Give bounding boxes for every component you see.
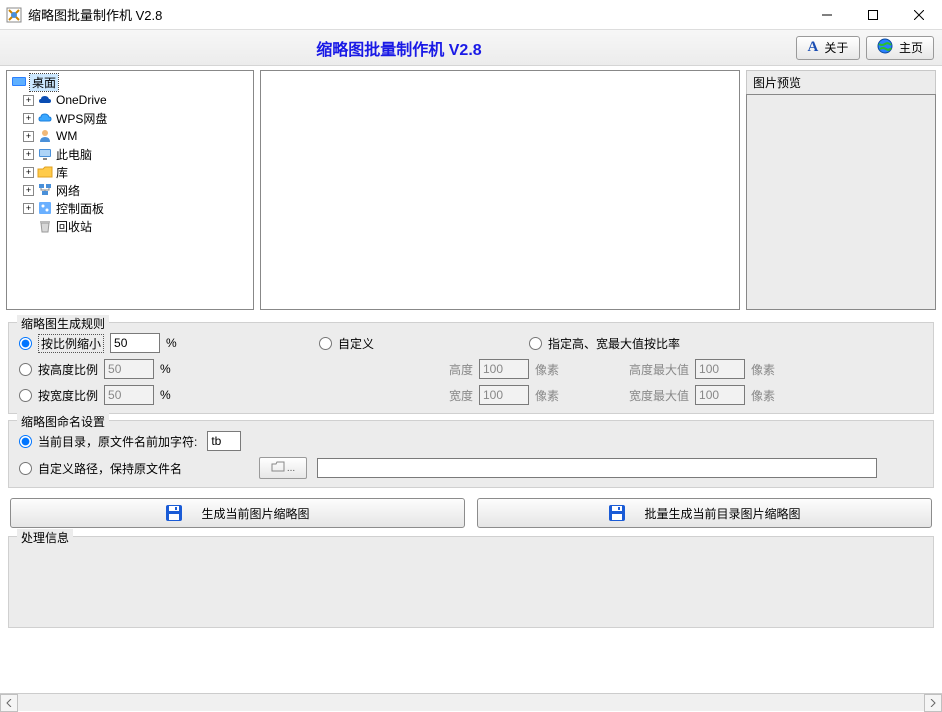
tree-item-onedrive[interactable]: + OneDrive xyxy=(9,91,251,109)
radio-by-ratio[interactable] xyxy=(19,337,32,350)
radio-current-dir[interactable] xyxy=(19,435,32,448)
scroll-right-arrow[interactable] xyxy=(924,694,942,712)
folder-tree[interactable]: 桌面 + OneDrive + WPS网盘 + WM + 此电脑 xyxy=(6,70,254,310)
font-icon: A xyxy=(808,39,819,56)
expand-icon[interactable]: + xyxy=(23,185,34,196)
expand-icon[interactable]: + xyxy=(23,113,34,124)
height-ratio-input[interactable] xyxy=(104,359,154,379)
about-button[interactable]: A 关于 xyxy=(796,36,860,60)
naming-legend: 缩略图命名设置 xyxy=(17,413,109,430)
expand-icon[interactable]: + xyxy=(23,149,34,160)
save-icon xyxy=(165,504,183,522)
radio-max[interactable] xyxy=(529,337,542,350)
radio-by-height[interactable] xyxy=(19,363,32,376)
custom-path-input[interactable] xyxy=(317,458,877,478)
radio-by-width[interactable] xyxy=(19,389,32,402)
desktop-icon xyxy=(11,74,27,90)
close-button[interactable] xyxy=(896,0,942,29)
naming-group: 缩略图命名设置 当前目录，原文件名前加字符: 自定义路径，保持原文件名 ... xyxy=(8,420,934,488)
onedrive-icon xyxy=(37,92,53,108)
expand-icon[interactable]: + xyxy=(23,131,34,142)
globe-icon xyxy=(877,38,893,57)
expand-icon[interactable]: + xyxy=(23,95,34,106)
tree-root-desktop[interactable]: 桌面 xyxy=(9,73,251,91)
radio-custom-path[interactable] xyxy=(19,462,32,475)
app-label: 缩略图批量制作机 V2.8 xyxy=(316,42,481,59)
tree-item-network[interactable]: + 网络 xyxy=(9,181,251,199)
library-icon xyxy=(37,164,53,180)
file-list-panel[interactable] xyxy=(260,70,740,310)
window-title: 缩略图批量制作机 V2.8 xyxy=(28,5,804,24)
control-panel-icon xyxy=(37,200,53,216)
rules-group: 缩略图生成规则 按比例缩小 % 自定义 指定高、宽最大值按比率 按高度比例 % … xyxy=(8,322,934,414)
tree-item-user[interactable]: + WM xyxy=(9,127,251,145)
tree-item-recycle-bin[interactable]: 回收站 xyxy=(9,217,251,235)
folder-open-icon xyxy=(271,461,285,476)
max-width-input[interactable] xyxy=(695,385,745,405)
tree-item-pc[interactable]: + 此电脑 xyxy=(9,145,251,163)
title-bar: 缩略图批量制作机 V2.8 xyxy=(0,0,942,30)
cloud-icon xyxy=(37,110,53,126)
generate-batch-button[interactable]: 批量生成当前目录图片缩略图 xyxy=(477,498,932,528)
tree-item-lib[interactable]: + 库 xyxy=(9,163,251,181)
app-icon xyxy=(6,7,22,23)
horizontal-scrollbar[interactable] xyxy=(0,693,942,711)
ratio-input[interactable] xyxy=(110,333,160,353)
recycle-bin-icon xyxy=(37,218,53,234)
processing-legend: 处理信息 xyxy=(17,529,73,546)
minimize-button[interactable] xyxy=(804,0,850,29)
header-bar: 缩略图批量制作机 V2.8 A 关于 主页 xyxy=(0,30,942,66)
custom-width-input[interactable] xyxy=(479,385,529,405)
save-icon xyxy=(608,504,626,522)
maximize-button[interactable] xyxy=(850,0,896,29)
radio-custom[interactable] xyxy=(319,337,332,350)
max-height-input[interactable] xyxy=(695,359,745,379)
tree-item-wps[interactable]: + WPS网盘 xyxy=(9,109,251,127)
preview-panel xyxy=(746,94,936,310)
browse-button[interactable]: ... xyxy=(259,457,307,479)
expand-icon[interactable]: + xyxy=(23,203,34,214)
tree-item-control-panel[interactable]: + 控制面板 xyxy=(9,199,251,217)
processing-info-group: 处理信息 xyxy=(8,536,934,628)
width-ratio-input[interactable] xyxy=(104,385,154,405)
prefix-input[interactable] xyxy=(207,431,241,451)
network-icon xyxy=(37,182,53,198)
generate-current-button[interactable]: 生成当前图片缩略图 xyxy=(10,498,465,528)
pc-icon xyxy=(37,146,53,162)
rules-legend: 缩略图生成规则 xyxy=(17,315,109,332)
scroll-left-arrow[interactable] xyxy=(0,694,18,712)
user-icon xyxy=(37,128,53,144)
expand-icon[interactable]: + xyxy=(23,167,34,178)
home-button[interactable]: 主页 xyxy=(866,36,934,60)
preview-title: 图片预览 xyxy=(746,70,936,94)
custom-height-input[interactable] xyxy=(479,359,529,379)
